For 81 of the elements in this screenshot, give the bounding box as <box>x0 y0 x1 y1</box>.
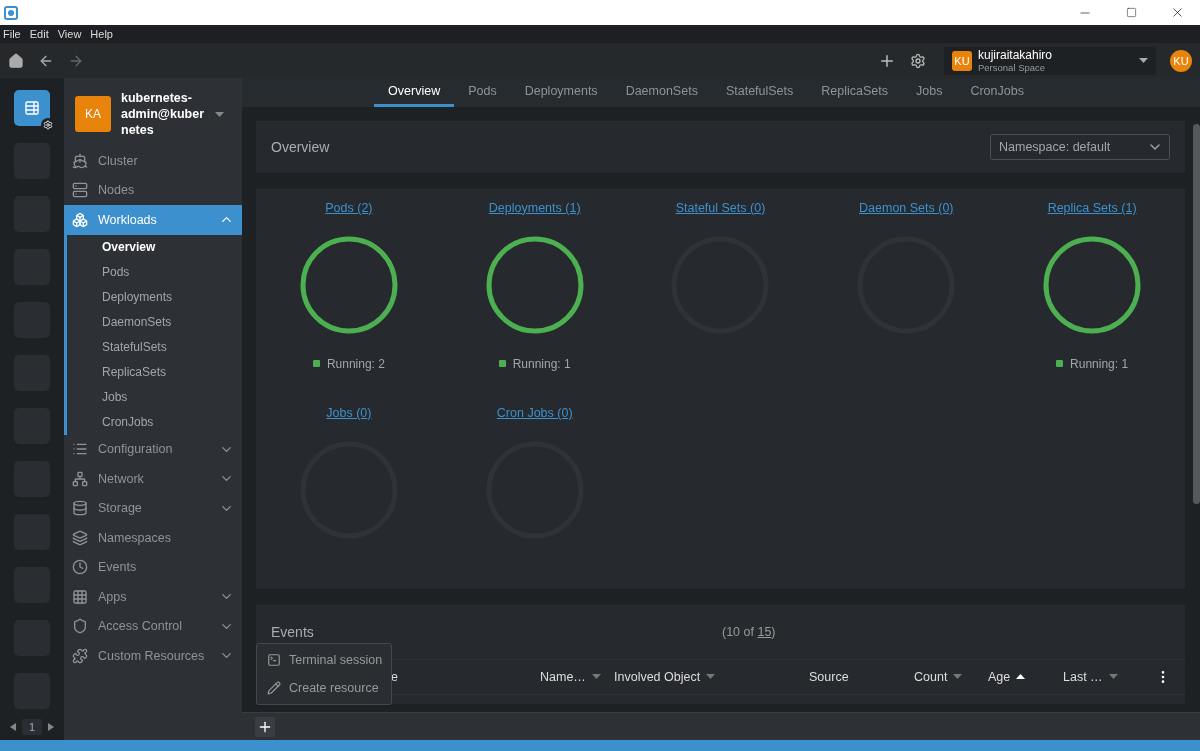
column-header[interactable]: Involved Object <box>614 669 701 684</box>
tab[interactable]: ReplicaSets <box>807 78 902 107</box>
namespace-select[interactable]: Namespace: default <box>990 133 1170 160</box>
workload-link[interactable]: Stateful Sets (0) <box>675 200 766 221</box>
caret-icon[interactable] <box>215 111 224 117</box>
scrollbar-thumb[interactable] <box>1193 124 1200 504</box>
home-icon[interactable] <box>8 52 24 69</box>
sidebar-item[interactable]: Configuration <box>64 434 242 464</box>
menu-item[interactable]: Help <box>90 28 113 40</box>
workload-link[interactable]: Replica Sets (1) <box>1047 200 1137 221</box>
tab[interactable]: Pods <box>454 78 511 107</box>
sidebar-subitem[interactable]: DaemonSets <box>67 309 242 335</box>
panel-title: Events <box>271 623 314 640</box>
table-icon <box>24 100 40 116</box>
sidebar-item[interactable]: Storage <box>64 493 242 523</box>
total-link[interactable]: 15 <box>757 624 772 639</box>
next-page-icon[interactable] <box>48 722 55 731</box>
running-status: Running: 1 <box>498 356 571 371</box>
panel-title: Overview <box>271 138 330 155</box>
network-icon <box>72 470 88 487</box>
sidebar-item[interactable]: Apps <box>64 582 242 612</box>
workload-link[interactable]: Daemon Sets (0) <box>859 200 954 221</box>
column-header[interactable]: Count <box>914 669 948 684</box>
cluster-avatar: KA <box>75 96 111 132</box>
sidebar-subitem[interactable]: Deployments <box>67 284 242 310</box>
cubes-icon <box>72 211 88 228</box>
tab[interactable]: DaemonSets <box>611 78 712 107</box>
sidebar-subitem[interactable]: Jobs <box>67 384 242 410</box>
sidebar-item[interactable]: Cluster <box>64 146 242 176</box>
menu-item[interactable]: Create resource <box>257 674 391 702</box>
workload-link[interactable]: Cron Jobs (0) <box>496 405 573 426</box>
layers-icon <box>72 529 88 546</box>
sidebar-item[interactable]: Access Control <box>64 611 242 641</box>
user-avatar[interactable]: KU <box>1170 49 1192 72</box>
column-header[interactable]: e <box>391 669 398 684</box>
cluster-name: kubernetes-admin@kubernetes <box>121 90 205 138</box>
menu-item[interactable]: File <box>3 28 21 40</box>
sidebar-item[interactable]: Nodes <box>64 175 242 205</box>
shield-icon <box>72 618 88 635</box>
sidebar-subitem[interactable]: Overview <box>67 234 242 260</box>
sidebar-subitem[interactable]: ReplicaSets <box>67 359 242 385</box>
menu-item[interactable]: Edit <box>29 28 49 40</box>
sidebar-subitem[interactable]: Pods <box>67 259 242 285</box>
sidebar-item[interactable]: Workloads <box>64 205 242 235</box>
puzzle-icon <box>72 647 88 664</box>
workload-link[interactable]: Pods (2) <box>325 200 373 221</box>
sidebar-item[interactable]: Namespaces <box>64 523 242 553</box>
column-header[interactable]: Last … <box>1063 669 1103 684</box>
maximize-icon[interactable] <box>1125 7 1137 18</box>
clock-icon <box>72 559 88 576</box>
workload-link[interactable]: Jobs (0) <box>326 405 372 426</box>
tab[interactable]: CronJobs <box>956 78 1038 107</box>
tab[interactable]: Jobs <box>902 78 957 107</box>
running-status: Running: 1 <box>1056 356 1129 371</box>
workload-link[interactable]: Deployments (1) <box>488 200 581 221</box>
event-count: (10 of 15) <box>722 624 776 639</box>
settings-icon[interactable] <box>910 52 926 69</box>
sidebar-subitem[interactable]: StatefulSets <box>67 334 242 360</box>
column-header[interactable]: Source <box>809 669 849 684</box>
column-header[interactable]: Age <box>988 669 1011 684</box>
grid-icon <box>72 588 88 605</box>
sidebar-subitem[interactable]: CronJobs <box>67 409 242 435</box>
database-icon <box>72 500 88 517</box>
terminal-icon <box>267 653 281 667</box>
column-header[interactable]: Name… <box>540 669 586 684</box>
sidebar-item[interactable]: Network <box>64 464 242 494</box>
caret-icon <box>1139 58 1148 63</box>
tab[interactable]: Deployments <box>510 78 612 107</box>
sidebar-item[interactable]: Custom Resources <box>64 641 242 671</box>
menu-item[interactable]: View <box>57 28 82 40</box>
page-number: 1 <box>21 718 43 735</box>
tab[interactable]: StatefulSets <box>711 78 808 107</box>
menu-item[interactable]: Terminal session <box>257 646 391 674</box>
add-button[interactable] <box>255 716 275 737</box>
previous-page-icon[interactable] <box>9 722 16 731</box>
sidebar-item[interactable]: Events <box>64 552 242 582</box>
app-icon <box>4 5 18 20</box>
server-icon <box>72 182 88 199</box>
tab[interactable]: Overview <box>374 78 455 107</box>
pencil-icon <box>267 681 281 695</box>
running-status: Running: 2 <box>312 356 385 371</box>
